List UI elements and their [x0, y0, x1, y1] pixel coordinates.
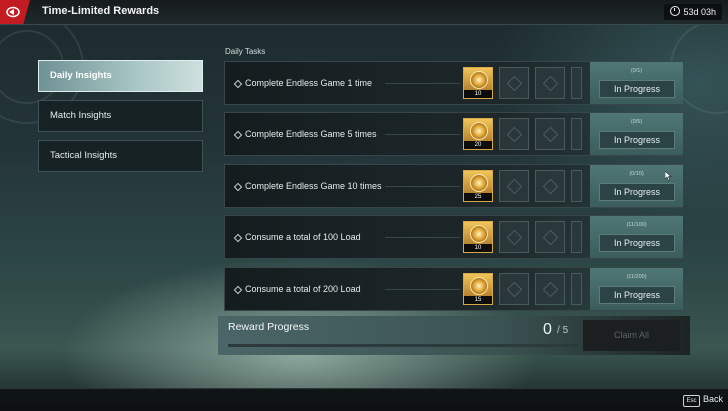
task-row: Complete Endless Game 1 time 10 (0/1) In…: [224, 61, 683, 105]
empty-reward-slot: [535, 67, 565, 99]
bullet-icon: [233, 233, 243, 243]
in-progress-button[interactable]: In Progress: [599, 234, 675, 252]
empty-reward-slot: [499, 118, 529, 150]
reward-item[interactable]: 10: [463, 67, 493, 99]
reward-quantity: 10: [464, 90, 492, 98]
task-row: Complete Endless Game 10 times 25 (0/10)…: [224, 164, 683, 208]
reward-quantity: 25: [464, 193, 492, 201]
bottom-bar: Esc Back: [0, 388, 728, 411]
reward-quantity: 10: [464, 244, 492, 252]
empty-reward-slot: [571, 221, 582, 253]
task-row: Consume a total of 200 Load 15 (11/200) …: [224, 267, 683, 311]
empty-reward-slot: [571, 170, 582, 202]
reward-crystal-icon: [470, 71, 488, 89]
empty-reward-slot: [499, 273, 529, 305]
bullet-icon: [233, 182, 243, 192]
task-status-panel: (11/200) In Progress: [590, 268, 683, 310]
top-bar: Time-Limited Rewards 53d 03h: [0, 0, 728, 25]
reward-crystal-icon: [470, 174, 488, 192]
task-name: Complete Endless Game 5 times: [245, 129, 377, 139]
empty-reward-slot: [571, 118, 582, 150]
tab-match-insights[interactable]: Match Insights: [38, 100, 203, 132]
task-progress-count: (11/200): [626, 274, 647, 280]
reward-item[interactable]: 25: [463, 170, 493, 202]
reward-progress-total: / 5: [557, 325, 569, 336]
reward-progress-bar: [228, 344, 578, 347]
event-timer: 53d 03h: [664, 4, 722, 20]
reward-progress-current: 0: [543, 321, 552, 338]
claim-all-button[interactable]: Claim All: [583, 320, 680, 351]
empty-reward-slot: [571, 273, 582, 305]
task-status-panel: (0/1) In Progress: [590, 62, 683, 104]
timer-text: 53d 03h: [683, 7, 716, 17]
reward-crystal-icon: [470, 122, 488, 140]
reward-item[interactable]: 10: [463, 221, 493, 253]
divider: [385, 186, 460, 187]
reward-quantity: 20: [464, 141, 492, 149]
task-name: Consume a total of 200 Load: [245, 284, 361, 294]
task-name: Complete Endless Game 1 time: [245, 78, 373, 88]
empty-reward-slot: [499, 221, 529, 253]
reward-crystal-icon: [470, 277, 488, 295]
task-status-panel: (0/5) In Progress: [590, 113, 683, 155]
task-name: Complete Endless Game 10 times: [245, 181, 382, 191]
tab-label: Match Insights: [50, 110, 112, 121]
clock-icon: [670, 6, 681, 16]
page-title: Time-Limited Rewards: [42, 5, 160, 17]
task-row: Complete Endless Game 5 times 20 (0/5) I…: [224, 112, 683, 156]
empty-reward-slot: [571, 67, 582, 99]
task-progress-count: (11/100): [626, 222, 647, 228]
bullet-icon: [233, 285, 243, 295]
in-progress-button[interactable]: In Progress: [599, 286, 675, 304]
tab-label: Daily Insights: [50, 70, 112, 81]
divider: [385, 134, 460, 135]
empty-reward-slot: [535, 221, 565, 253]
empty-reward-slot: [535, 273, 565, 305]
empty-reward-slot: [535, 118, 565, 150]
empty-reward-slot: [499, 170, 529, 202]
empty-reward-slot: [499, 67, 529, 99]
back-button[interactable]: [0, 0, 30, 24]
reward-item[interactable]: 20: [463, 118, 493, 150]
empty-reward-slot: [535, 170, 565, 202]
reward-total-value: 5: [562, 325, 569, 336]
divider: [385, 289, 460, 290]
tab-daily-insights[interactable]: Daily Insights: [38, 60, 203, 92]
tab-label: Tactical Insights: [50, 150, 118, 161]
reward-quantity: 15: [464, 296, 492, 304]
bullet-icon: [233, 79, 243, 89]
task-status-panel: (11/100) In Progress: [590, 216, 683, 258]
section-label: Daily Tasks: [225, 47, 266, 56]
in-progress-button[interactable]: In Progress: [599, 80, 675, 98]
back-label[interactable]: Back: [703, 394, 723, 404]
divider: [385, 237, 460, 238]
task-name: Consume a total of 100 Load: [245, 232, 361, 242]
task-row: Consume a total of 100 Load 10 (11/100) …: [224, 215, 683, 259]
tab-tactical-insights[interactable]: Tactical Insights: [38, 140, 203, 172]
in-progress-button[interactable]: In Progress: [599, 183, 675, 201]
task-progress-count: (0/5): [630, 119, 643, 125]
reward-progress-title: Reward Progress: [228, 321, 310, 333]
back-arrow-icon: [6, 6, 20, 18]
task-progress-count: (0/1): [630, 68, 643, 74]
divider: [385, 83, 460, 84]
mouse-cursor-icon: [665, 171, 672, 181]
in-progress-button[interactable]: In Progress: [599, 131, 675, 149]
bullet-icon: [233, 130, 243, 140]
reward-item[interactable]: 15: [463, 273, 493, 305]
reward-crystal-icon: [470, 225, 488, 243]
reward-progress-panel: Reward Progress 0 / 5 Claim All: [218, 316, 690, 355]
esc-key-icon[interactable]: Esc: [683, 395, 700, 407]
